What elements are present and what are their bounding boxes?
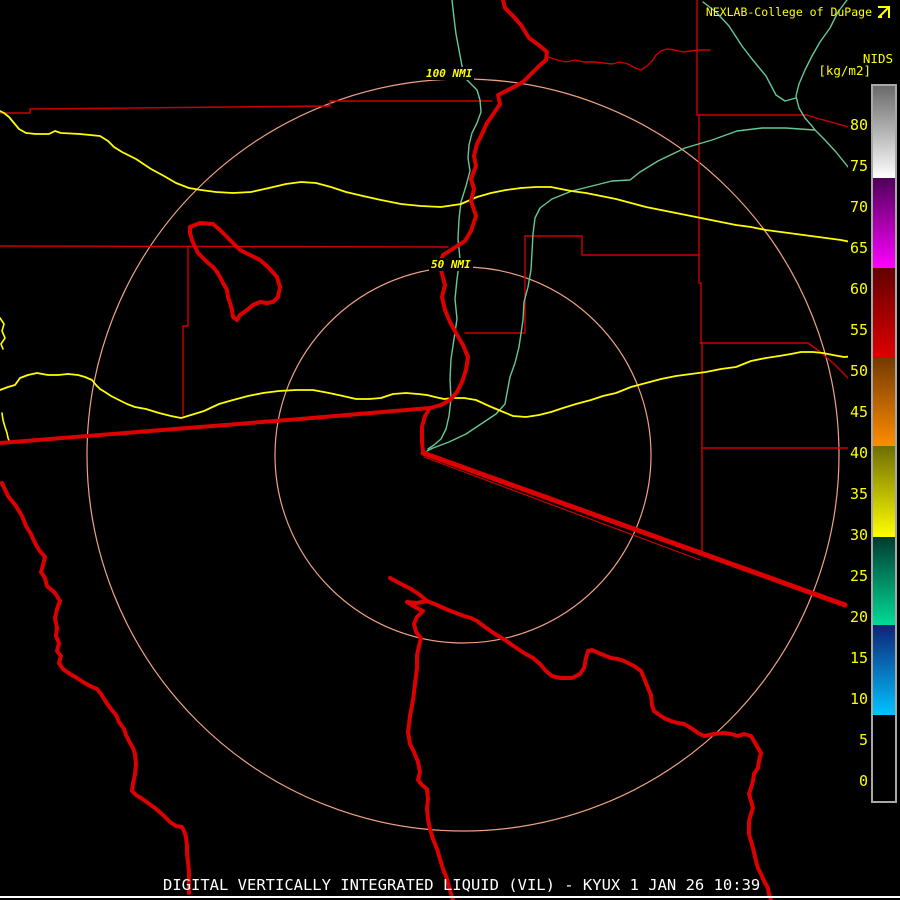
border-lower-east-branch (425, 599, 773, 900)
color-scale-bar (871, 84, 897, 803)
range-ring-100nmi (86, 78, 840, 832)
road-north (0, 110, 848, 243)
colorbar-tick-0: 0 (858, 772, 868, 790)
colorbar-segment-orange (873, 358, 895, 447)
colorbar-tick-35: 35 (849, 485, 868, 503)
colorbar-segment-green (873, 537, 895, 625)
colorbar-tick-75: 75 (849, 157, 868, 175)
header: NEXLAB-College of DuPage (706, 4, 892, 20)
colorbar-tick-65: 65 (849, 239, 868, 257)
county-line-west-vertical (182, 245, 189, 416)
colorbar-segment-red (873, 268, 895, 359)
radar-map-canvas (0, 0, 848, 900)
colorbar-tick-45: 45 (849, 403, 868, 421)
app-title: NEXLAB-College of DuPage (705, 5, 872, 19)
colorbar-tick-40: 40 (849, 444, 868, 462)
range-ring-label-100nmi: 100 NMI (424, 67, 475, 80)
colorbar-tick-10: 10 (849, 690, 868, 708)
road-left-short (1, 412, 11, 444)
colorbar-tick-20: 20 (849, 608, 868, 626)
product-caption: DIGITAL VERTICALLY INTEGRATED LIQUID (VI… (163, 876, 761, 894)
range-ring-label-50nmi: 50 NMI (429, 258, 473, 271)
border-lower-middle (388, 576, 455, 900)
colorbar-tick-15: 15 (849, 649, 868, 667)
radar-display: { "header": { "title": "NEXLAB-College o… (0, 0, 900, 900)
road-left-wiggle (0, 317, 6, 350)
border-lower-left (0, 481, 191, 895)
border-loop (188, 221, 282, 322)
college-of-dupage-logo-icon (878, 6, 890, 18)
colorbar-tick-70: 70 (849, 198, 868, 216)
range-ring-50nmi (274, 266, 652, 644)
colorbar-segment-black (873, 715, 895, 801)
county-line-west (0, 245, 449, 248)
colorbar-tick-30: 30 (849, 526, 868, 544)
border-se-diagonal (420, 450, 848, 608)
colorbar-tick-55: 55 (849, 321, 868, 339)
county-line-se-parallel (423, 456, 701, 561)
colorbar-segment-gray (873, 86, 895, 179)
colorbar-tick-25: 25 (849, 567, 868, 585)
colorbar-segment-magenta (873, 178, 895, 269)
scale-units-label: [kg/m2] (818, 63, 871, 78)
river-branch-east (814, 129, 848, 168)
colorbar-segment-yellow (873, 446, 895, 538)
county-line-nw (0, 100, 493, 114)
county-line-ne-upper (696, 114, 848, 128)
county-line-center-step (464, 235, 699, 334)
county-line-ne-lower (699, 342, 848, 379)
colorbar-tick-60: 60 (849, 280, 868, 298)
bottom-divider (0, 896, 900, 898)
county-line-east-vertical (696, 0, 703, 552)
colorbar-tick-5: 5 (858, 731, 868, 749)
colorbar-segment-blue (873, 624, 895, 716)
border-west (0, 406, 432, 445)
colorbar-tick-50: 50 (849, 362, 868, 380)
colorbar-tick-80: 80 (849, 116, 868, 134)
county-line-north-center (547, 48, 711, 71)
